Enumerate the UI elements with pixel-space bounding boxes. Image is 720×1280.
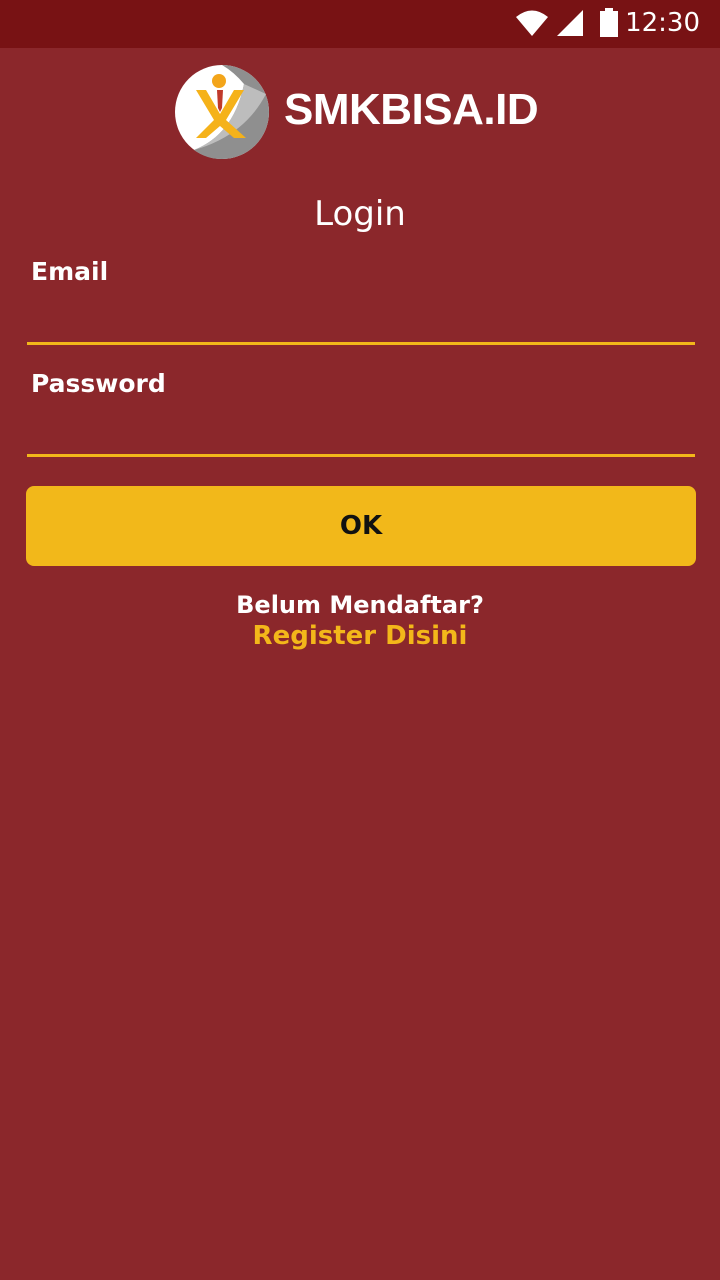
smkbisa-logo-icon [174, 64, 270, 160]
email-label: Email [31, 257, 109, 286]
status-bar: 12:30 [0, 0, 720, 48]
register-link[interactable]: Register Disini [0, 620, 720, 652]
page-title: Login [314, 194, 406, 234]
password-label: Password [31, 369, 166, 398]
brand-name: SMKBISA.ID [284, 85, 539, 134]
battery-icon [600, 8, 618, 37]
wifi-icon [516, 10, 548, 36]
email-field[interactable] [27, 305, 695, 345]
not-registered-text: Belum Mendaftar? [236, 591, 484, 619]
cell-signal-icon [557, 10, 583, 36]
password-field[interactable] [27, 417, 695, 457]
ok-button[interactable]: OK [26, 486, 696, 566]
status-time: 12:30 [625, 8, 700, 38]
